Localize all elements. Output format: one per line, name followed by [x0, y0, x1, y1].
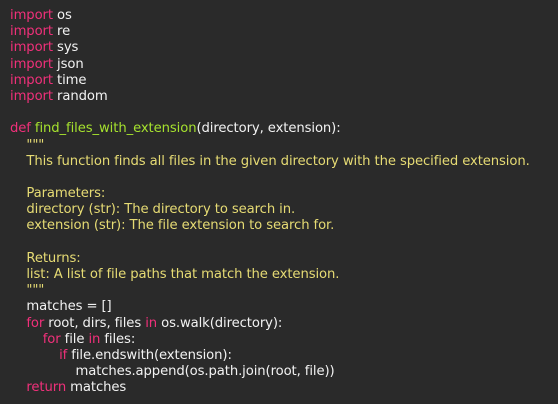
docstring-token: """ — [10, 137, 45, 153]
code-line: This function finds all files in the giv… — [10, 154, 558, 170]
code-token: os.walk(directory): — [157, 315, 283, 331]
keyword-token: import — [10, 40, 53, 56]
docstring-token: Returns: — [10, 250, 81, 266]
keyword-token: import — [10, 24, 53, 40]
code-token: root, dirs, files — [44, 315, 146, 331]
code-token: matches = [] — [10, 299, 112, 315]
code-token: (directory, extension): — [196, 121, 341, 137]
keyword-token: if — [10, 347, 68, 363]
keyword-token: import — [10, 88, 53, 104]
code-token: files: — [100, 331, 136, 347]
keyword-token: return — [10, 380, 67, 396]
code-token: file — [60, 331, 89, 347]
keyword-token: import — [10, 72, 53, 88]
docstring-token: Parameters: — [10, 186, 106, 202]
docstring-token: This function finds all files in the giv… — [10, 153, 530, 169]
code-line: Returns: — [10, 251, 558, 267]
function-name-token: find_files_with_extension — [34, 121, 197, 137]
code-token: time — [52, 72, 87, 88]
keyword-token: for — [10, 331, 61, 347]
code-line: import os — [10, 8, 558, 24]
code-line: directory (str): The directory to search… — [10, 202, 558, 218]
code-line: import time — [10, 73, 558, 89]
keyword-token: import — [10, 56, 53, 72]
code-line: matches.append(os.path.join(root, file)) — [10, 364, 558, 380]
docstring-token: """ — [10, 283, 45, 299]
code-line: """ — [10, 283, 558, 299]
code-token: re — [52, 24, 71, 40]
code-line: matches = [] — [10, 299, 558, 315]
keyword-token: for — [10, 315, 45, 331]
code-line: extension (str): The file extension to s… — [10, 218, 558, 234]
code-token: sys — [52, 40, 79, 56]
code-token: os — [52, 8, 72, 23]
code-line: import sys — [10, 40, 558, 56]
keyword-token: in — [145, 315, 158, 331]
code-line: for root, dirs, files in os.walk(directo… — [10, 316, 558, 332]
code-line: import json — [10, 57, 558, 73]
code-token: json — [52, 56, 84, 72]
docstring-token: directory (str): The directory to search… — [10, 202, 296, 218]
code-token: random — [52, 88, 108, 104]
code-line: list: A list of file paths that match th… — [10, 267, 558, 283]
code-token: file.endswith(extension): — [67, 347, 232, 363]
code-line: if file.endswith(extension): — [10, 348, 558, 364]
code-line: return matches — [10, 380, 558, 396]
code-editor[interactable]: import os import re import sys import json i… — [0, 0, 558, 404]
keyword-token: import — [10, 8, 53, 23]
code-line: for file in files: — [10, 332, 558, 348]
code-line: def find_files_with_extension(directory,… — [10, 121, 558, 137]
code-token: matches — [66, 380, 127, 396]
code-line: Parameters: — [10, 186, 558, 202]
code-line: """ — [10, 138, 558, 154]
docstring-token: extension (str): The file extension to s… — [10, 218, 335, 234]
keyword-token: def — [10, 121, 31, 137]
docstring-token: list: A list of file paths that match th… — [10, 267, 340, 282]
keyword-token: in — [88, 331, 101, 347]
code-line: import random — [10, 89, 558, 105]
code-token: matches.append(os.path.join(root, file)) — [10, 364, 335, 380]
code-line: import re — [10, 24, 558, 40]
